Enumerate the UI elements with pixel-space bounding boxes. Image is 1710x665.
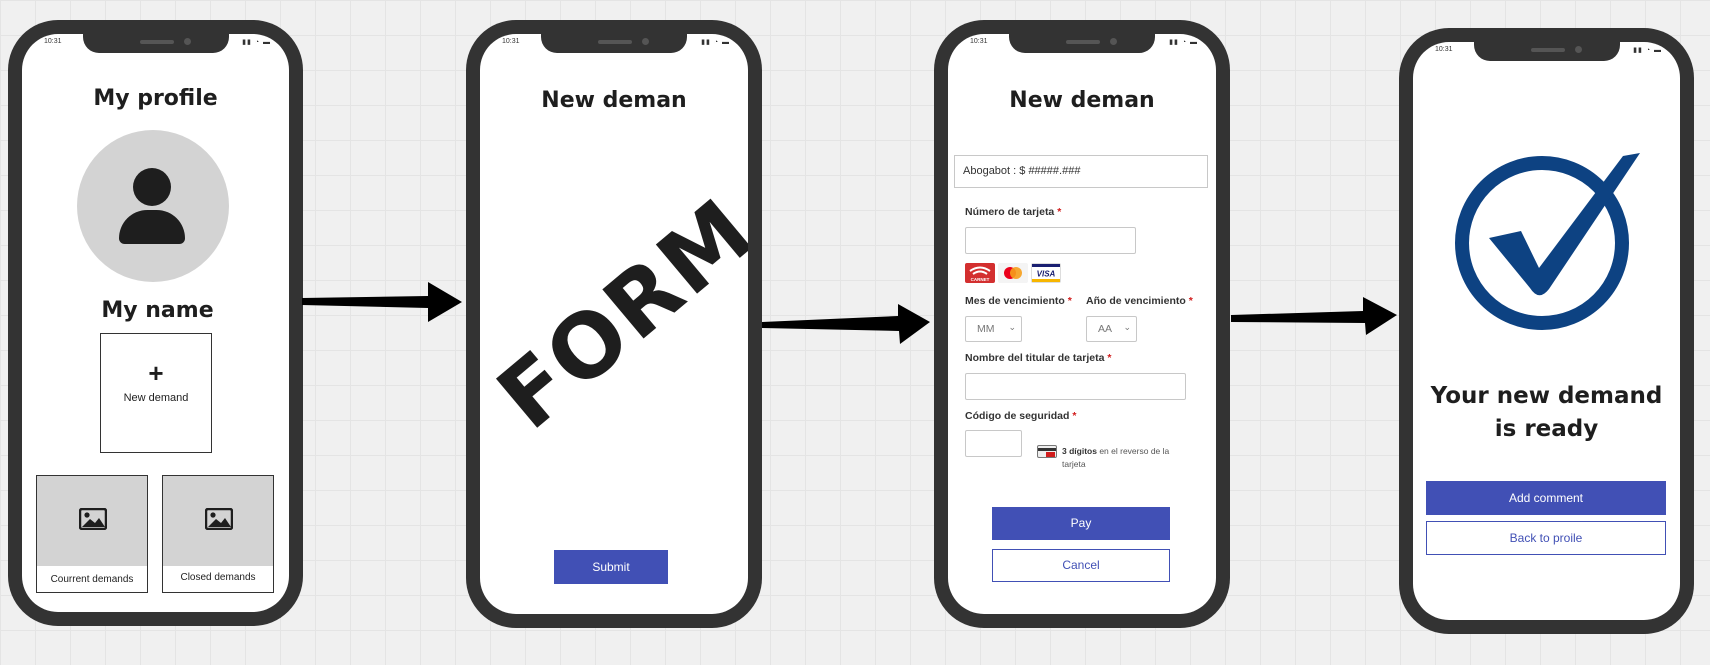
submit-button[interactable]: Submit [554, 550, 668, 584]
image-placeholder [37, 476, 147, 566]
status-time: 10:31 [970, 38, 988, 45]
expiry-year-value: AA [1098, 323, 1113, 335]
card-number-input[interactable] [965, 227, 1136, 254]
cardholder-input[interactable] [965, 373, 1186, 400]
status-time: 10:31 [1435, 46, 1453, 53]
closed-demands-card[interactable]: Closed demands [162, 475, 274, 593]
flow-arrow-1 [302, 282, 462, 322]
phone-notch [1473, 42, 1620, 61]
avatar[interactable] [77, 130, 229, 282]
cancel-button[interactable]: Cancel [992, 549, 1170, 582]
success-message: Your new demand is ready [1430, 383, 1663, 442]
phone-payment: 10:31 ▮▮ ◔ ▬ New deman Abogabot : $ ####… [934, 20, 1230, 628]
phone-form: 10:31 ▮▮ ◔ ▬ New deman FORM Submit [466, 20, 762, 628]
payment-screen: 10:31 ▮▮ ◔ ▬ New deman Abogabot : $ ####… [948, 34, 1216, 614]
camera [1110, 38, 1117, 45]
profile-screen: 10:31 ▮▮ ◔ ▬ My profile My name + New de… [22, 34, 289, 612]
phone-notch [82, 34, 229, 53]
expiry-month-select[interactable]: MM ⌄ [965, 316, 1022, 342]
status-time: 10:31 [502, 38, 520, 45]
current-demands-label: Courrent demands [50, 574, 134, 585]
image-icon [79, 508, 107, 530]
security-code-hint: 3 dígitos en el reverso de la tarjeta [1062, 446, 1170, 469]
security-code-input[interactable] [965, 430, 1022, 457]
flow-arrow-3 [1231, 297, 1397, 335]
back-to-profile-button[interactable]: Back to proile [1426, 521, 1666, 555]
expiry-month-value: MM [977, 323, 995, 335]
form-placeholder: FORM [480, 178, 748, 450]
new-demand-button[interactable]: + New demand [100, 333, 212, 453]
flow-arrow-2 [762, 304, 930, 344]
carnet-logo: CARNET [965, 263, 995, 283]
speaker [1530, 48, 1565, 52]
camera [1574, 46, 1582, 53]
svg-text:CARNET: CARNET [971, 277, 990, 282]
page-title: New deman [541, 88, 687, 113]
phone-notch [541, 34, 687, 53]
new-demand-label: New demand [123, 392, 189, 404]
pay-button[interactable]: Pay [992, 507, 1170, 540]
status-icons: ▮▮ ◔ ▬ [1633, 47, 1662, 54]
user-body-icon [119, 210, 185, 244]
status-icons: ▮▮ ◔ ▬ [242, 39, 271, 46]
visa-logo: VISA [1031, 263, 1061, 283]
status-icons: ▮▮ ◔ ▬ [1169, 39, 1198, 46]
camera [642, 38, 649, 45]
card-back-icon [1037, 445, 1057, 458]
add-comment-button[interactable]: Add comment [1426, 481, 1666, 515]
plus-icon: + [148, 358, 164, 388]
speaker [598, 40, 632, 44]
form-screen: 10:31 ▮▮ ◔ ▬ New deman FORM Submit [480, 34, 748, 614]
mastercard-logo [998, 263, 1028, 283]
security-code-label: Código de seguridad * [965, 410, 1077, 422]
image-placeholder [163, 476, 273, 566]
user-name: My name [101, 298, 214, 323]
phone-success: 10:31 ▮▮ ◔ ▬ Your new demand is ready Ad… [1399, 28, 1694, 634]
chevron-down-icon: ⌄ [1123, 322, 1131, 332]
closed-demands-label: Closed demands [180, 572, 256, 583]
speaker [1066, 40, 1100, 44]
phone-notch [1009, 34, 1155, 53]
phone-profile: 10:31 ▮▮ ◔ ▬ My profile My name + New de… [8, 20, 303, 626]
card-number-label: Número de tarjeta * [965, 206, 1062, 218]
user-head-icon [133, 168, 171, 206]
svg-text:VISA: VISA [1037, 270, 1056, 279]
status-time: 10:31 [44, 38, 62, 45]
image-icon [205, 508, 233, 530]
expiry-year-select[interactable]: AA ⌄ [1086, 316, 1137, 342]
cardholder-label: Nombre del titular de tarjeta * [965, 352, 1112, 364]
status-icons: ▮▮ ◔ ▬ [701, 39, 730, 46]
camera [183, 38, 191, 45]
checkmark-icon [1455, 153, 1640, 330]
page-title: My profile [93, 86, 218, 111]
page-title: New deman [1009, 88, 1155, 113]
price-summary: Abogabot : $ #####.### [954, 155, 1208, 188]
expiry-year-label: Año de vencimiento * [1086, 295, 1193, 307]
chevron-down-icon: ⌄ [1008, 322, 1016, 332]
expiry-month-label: Mes de vencimiento * [965, 295, 1072, 307]
current-demands-card[interactable]: Courrent demands [36, 475, 148, 593]
speaker [139, 40, 174, 44]
success-screen: 10:31 ▮▮ ◔ ▬ Your new demand is ready Ad… [1413, 42, 1680, 620]
